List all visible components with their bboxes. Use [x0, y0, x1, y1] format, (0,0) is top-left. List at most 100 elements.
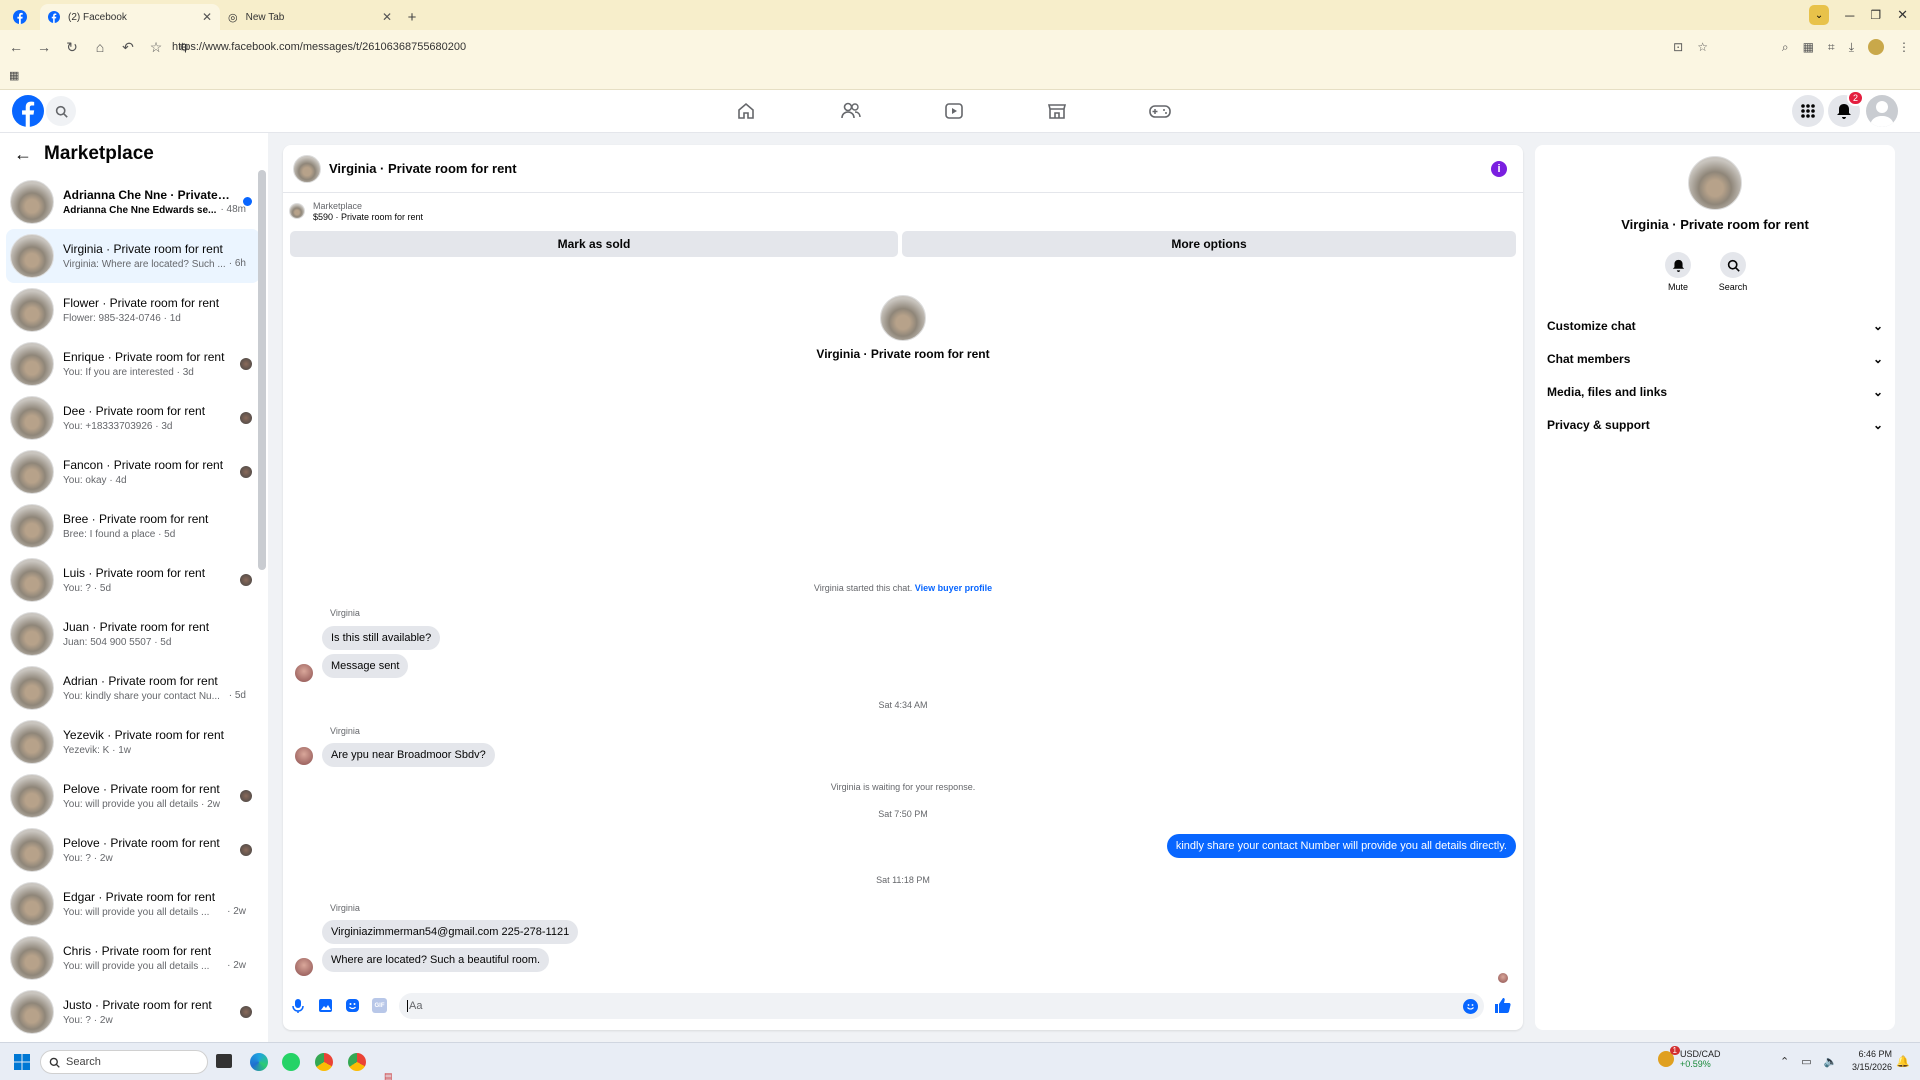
- conversation-item[interactable]: Adrianna Che Nne · Private ro... Adrianna…: [6, 175, 260, 229]
- thumbs-up-icon[interactable]: [1494, 997, 1511, 1014]
- chat-members-section[interactable]: Chat members ⌄: [1547, 344, 1883, 374]
- sender-avatar: [295, 664, 313, 682]
- message-input[interactable]: Aa: [399, 993, 1484, 1019]
- my-message-bubble[interactable]: kindly share your contact Number will pr…: [1166, 834, 1516, 858]
- conversation-item[interactable]: Edgar · Private room for rent You: will p…: [6, 877, 260, 931]
- nav-friends[interactable]: [838, 98, 864, 124]
- conversation-item[interactable]: Virginia · Private room for rent Virginia…: [6, 229, 260, 283]
- message-bubble[interactable]: Message sent: [322, 654, 409, 678]
- reload-icon[interactable]: ↻: [58, 33, 86, 61]
- mute-button[interactable]: Mute: [1661, 252, 1695, 292]
- address-bar[interactable]: https://www.facebook.com/messages/t/2610…: [172, 35, 1714, 59]
- extra-app-icon[interactable]: ▤: [384, 1071, 393, 1080]
- close-window-icon[interactable]: ✕: [1897, 7, 1908, 23]
- chevron-up-icon[interactable]: ⌃: [1780, 1055, 1789, 1068]
- listing-summary[interactable]: Marketplace $590 · Private room for rent: [289, 199, 423, 223]
- menu-button[interactable]: [1792, 95, 1824, 127]
- details-avatar[interactable]: [1688, 156, 1742, 210]
- conversation-item[interactable]: Pelove · Private room for rent You: will …: [6, 769, 260, 823]
- sticker-icon[interactable]: [345, 998, 360, 1013]
- notifications-button[interactable]: 2: [1828, 90, 1864, 127]
- conversation-name: Adrian · Private room for rent: [63, 674, 218, 688]
- undo-icon[interactable]: ↶: [114, 33, 142, 61]
- forward-icon[interactable]: →: [30, 33, 58, 61]
- conversation-item[interactable]: Bree · Private room for rent Bree: I foun…: [6, 499, 260, 553]
- nav-watch[interactable]: [941, 98, 967, 124]
- clock[interactable]: 6:46 PM 3/15/2026: [1840, 1049, 1892, 1072]
- photo-icon[interactable]: [318, 998, 333, 1013]
- browser-menu-icon[interactable]: ⋮: [1898, 40, 1910, 54]
- conversation-item[interactable]: Yezevik · Private room for rent Yezevik: …: [6, 715, 260, 769]
- volume-icon[interactable]: 🔈: [1824, 1055, 1838, 1068]
- emoji-icon[interactable]: [1463, 998, 1478, 1014]
- nav-home[interactable]: [733, 98, 759, 124]
- edge-icon[interactable]: [250, 1053, 268, 1071]
- message-bubble[interactable]: Are ypu near Broadmoor Sbdv?: [322, 743, 495, 767]
- chat-title[interactable]: Virginia · Private room for rent: [329, 161, 517, 176]
- message-bubble[interactable]: Where are located? Such a beautiful room…: [322, 948, 550, 972]
- search-button[interactable]: [46, 96, 76, 126]
- mark-as-sold-button[interactable]: Mark as sold: [290, 231, 898, 257]
- home-icon[interactable]: ⌂: [86, 33, 114, 61]
- close-tab-icon[interactable]: ✕: [382, 10, 392, 24]
- apps-grid-icon[interactable]: ▦: [9, 69, 19, 82]
- message-bubble[interactable]: Is this still available?: [322, 626, 441, 650]
- zoom-search-icon[interactable]: ⌕: [1782, 40, 1789, 55]
- minimize-icon[interactable]: ─: [1845, 8, 1854, 23]
- conversation-item[interactable]: Fancon · Private room for rent You: okay …: [6, 445, 260, 499]
- file-explorer-icon[interactable]: [216, 1054, 232, 1068]
- back-arrow-icon[interactable]: ←: [14, 144, 32, 165]
- account-avatar[interactable]: [1866, 95, 1898, 127]
- new-tab-button[interactable]: +: [400, 4, 424, 30]
- profile-icon[interactable]: [1868, 39, 1884, 55]
- nav-marketplace[interactable]: [1044, 98, 1070, 124]
- tab-favicon-facebook[interactable]: [0, 4, 40, 30]
- chat-header: Virginia · Private room for rent i: [283, 145, 1523, 193]
- gif-icon[interactable]: GIF: [372, 998, 387, 1013]
- downloads-icon[interactable]: ⤓: [1849, 40, 1854, 55]
- conversation-preview: You: will provide you all details ...: [63, 907, 210, 918]
- message-bubble[interactable]: Virginiazimmerman54@gmail.com 225-278-11…: [322, 920, 579, 944]
- star-icon[interactable]: ☆: [1697, 40, 1708, 54]
- facebook-logo[interactable]: [12, 95, 44, 127]
- conversation-item[interactable]: Dee · Private room for rent You: +1833370…: [6, 391, 260, 445]
- restore-icon[interactable]: ❐: [1870, 8, 1881, 22]
- close-tab-icon[interactable]: ✕: [202, 10, 212, 24]
- privacy-support-section[interactable]: Privacy & support ⌄: [1547, 410, 1883, 440]
- chat-avatar[interactable]: [293, 154, 321, 183]
- extensions-icon[interactable]: ▦: [1803, 40, 1814, 54]
- conversation-item[interactable]: Juan · Private room for rent Juan: 504 90…: [6, 607, 260, 661]
- view-buyer-profile-link[interactable]: View buyer profile: [915, 583, 992, 593]
- conversation-item[interactable]: Pelove · Private room for rent You: ? · 2…: [6, 823, 260, 877]
- tab-new-tab[interactable]: ◎ New Tab ✕: [220, 4, 400, 30]
- info-button[interactable]: i: [1491, 160, 1507, 177]
- windows-start-icon[interactable]: [14, 1054, 30, 1070]
- conversation-item[interactable]: Enrique · Private room for rent You: If y…: [6, 337, 260, 391]
- conversation-item[interactable]: Adrian · Private room for rent You: kindl…: [6, 661, 260, 715]
- currency-widget[interactable]: 1 USD/CAD +0.59%: [1658, 1046, 1721, 1069]
- conversation-name: Enrique · Private room for rent: [63, 350, 225, 364]
- conversation-item[interactable]: Justo · Private room for rent You: ? · 2w: [6, 985, 260, 1039]
- tab-search-button[interactable]: ⌄: [1809, 5, 1830, 25]
- bookmark-star-icon[interactable]: ☆: [142, 33, 170, 61]
- nav-gaming[interactable]: [1147, 98, 1173, 124]
- microphone-icon[interactable]: [291, 998, 305, 1014]
- install-app-icon[interactable]: ⊡: [1673, 40, 1683, 54]
- back-icon[interactable]: ←: [2, 33, 30, 61]
- customize-chat-section[interactable]: Customize chat ⌄: [1547, 311, 1883, 341]
- network-icon[interactable]: ▭: [1801, 1055, 1811, 1068]
- media-files-section[interactable]: Media, files and links ⌄: [1547, 377, 1883, 407]
- taskbar-search[interactable]: Search: [40, 1050, 208, 1074]
- conversation-item[interactable]: Flower · Private room for rent Flower: 98…: [6, 283, 260, 337]
- conversation-item[interactable]: Chris · Private room for rent You: will p…: [6, 931, 260, 985]
- conversation-item[interactable]: Luis · Private room for rent You: ? · 5d: [6, 553, 260, 607]
- sidebar-scrollbar[interactable]: [258, 170, 266, 570]
- notification-center-icon[interactable]: 🔔: [1896, 1055, 1910, 1068]
- tab-facebook[interactable]: (2) Facebook ✕: [40, 4, 220, 30]
- chrome-icon[interactable]: [315, 1053, 333, 1071]
- more-options-button[interactable]: More options: [902, 231, 1516, 257]
- chrome-active-icon[interactable]: [348, 1053, 366, 1071]
- whatsapp-icon[interactable]: [282, 1053, 300, 1071]
- crop-icon[interactable]: ⌗: [1828, 40, 1835, 55]
- search-in-chat-button[interactable]: Search: [1713, 252, 1753, 292]
